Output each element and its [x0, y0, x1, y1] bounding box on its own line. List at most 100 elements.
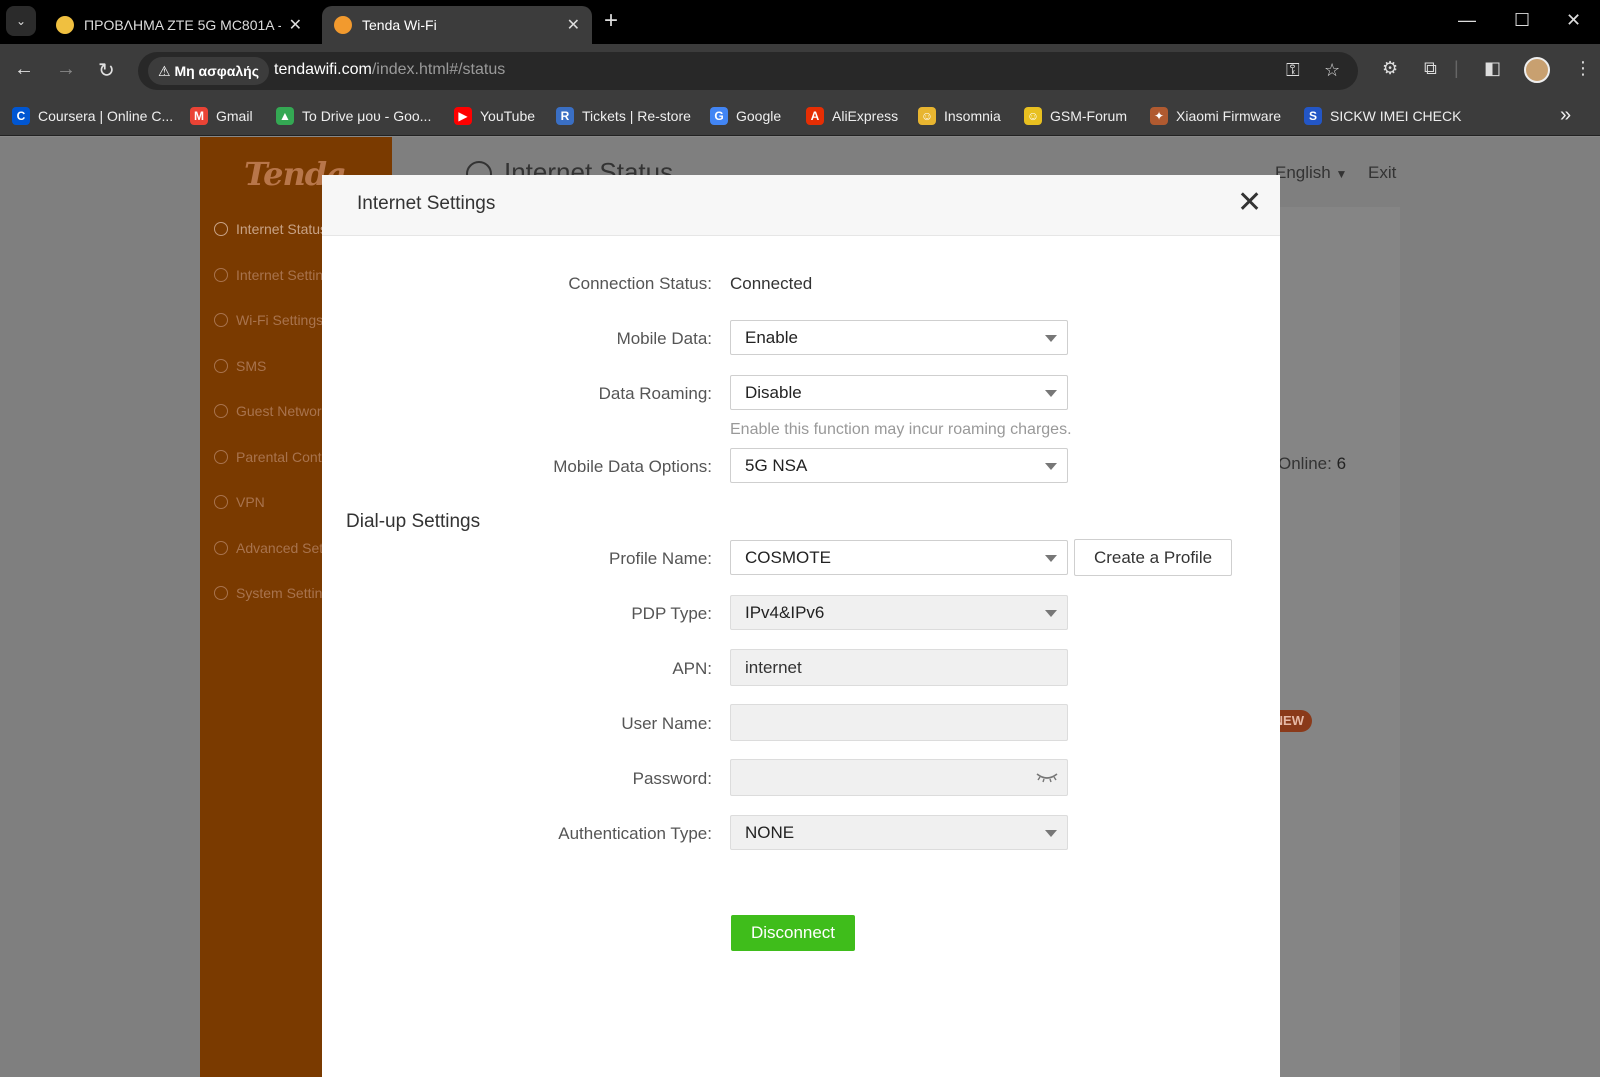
data-roaming-label: Data Roaming:	[598, 384, 712, 403]
sidebar-item-label: VPN	[236, 494, 265, 510]
bookmark-item[interactable]: ☺ GSM-Forum	[1024, 107, 1127, 125]
bookmark-label: Το Drive μου - Goo...	[302, 108, 432, 124]
tenda-favicon-icon	[334, 16, 352, 34]
bookmark-label: Tickets | Re-store	[582, 108, 691, 124]
mobile-data-options-select[interactable]: 5G NSA	[730, 448, 1068, 483]
dropdown-caret-icon	[1045, 610, 1057, 617]
browser-toolbar: ← → ↻ ⚠ Μη ασφαλής tendawifi.com/index.h…	[0, 44, 1600, 98]
sidebar-item[interactable]: System Settings	[214, 585, 337, 601]
new-tab-plus-icon[interactable]: +	[604, 8, 618, 34]
maximize-icon[interactable]: ☐	[1514, 10, 1530, 31]
settings-icon	[214, 267, 228, 282]
bookmark-label: Xiaomi Firmware	[1176, 108, 1282, 124]
tab-close-icon[interactable]: ✕	[289, 15, 302, 35]
drive-icon: ▲	[276, 107, 294, 125]
bookmark-item[interactable]: A AliExpress	[806, 107, 898, 125]
pdp-type-select[interactable]: IPv4&IPv6	[730, 595, 1068, 630]
auth-type-select[interactable]: NONE	[730, 815, 1068, 850]
minimize-icon[interactable]: —	[1458, 10, 1476, 31]
dialup-settings-title: Dial-up Settings	[346, 511, 481, 532]
bookmark-item[interactable]: M Gmail	[190, 107, 253, 125]
roaming-hint: Enable this function may incur roaming c…	[730, 421, 1072, 438]
dropdown-caret-icon	[1045, 463, 1057, 470]
data-roaming-value: Disable	[745, 383, 802, 402]
language-label: English	[1275, 163, 1331, 182]
user-name-label: User Name:	[621, 714, 712, 733]
user-name-input[interactable]	[730, 704, 1068, 741]
sidebar-item-label: SMS	[236, 357, 267, 374]
bookmark-item[interactable]: G Google	[710, 107, 781, 125]
back-arrow-icon[interactable]: ←	[14, 58, 34, 81]
bookmark-item[interactable]: S SICKW IMEI CHECK	[1304, 107, 1461, 125]
tab-close-icon[interactable]: ✕	[567, 15, 580, 35]
dropdown-caret-icon	[1045, 390, 1057, 397]
window-close-icon[interactable]: ✕	[1566, 10, 1581, 31]
bookmarks-overflow-icon[interactable]: »	[1560, 104, 1571, 127]
data-roaming-select[interactable]: Disable	[730, 375, 1068, 410]
dropdown-caret-icon	[1045, 830, 1057, 837]
bookmark-item[interactable]: ☺ Insomnia	[918, 107, 1001, 125]
extensions-puzzle-icon[interactable]: ⧉	[1424, 58, 1437, 79]
side-panel-icon[interactable]: ◧	[1484, 58, 1501, 79]
create-profile-button[interactable]: Create a Profile	[1074, 539, 1232, 576]
xiaomi-icon: ✦	[1150, 107, 1168, 125]
wifi-icon	[214, 313, 228, 327]
globe-icon	[214, 222, 228, 236]
bookmark-item[interactable]: ▲ Το Drive μου - Goo...	[276, 107, 431, 125]
tab-title: Tenda Wi-Fi	[362, 17, 437, 33]
advanced-icon	[214, 540, 228, 555]
mobile-data-select[interactable]: Enable	[730, 320, 1068, 355]
tab-zte-forum[interactable]: ΠΡΟΒΛΗΜΑ ZTE 5G MC801A - ✕	[44, 6, 314, 44]
bookmark-label: Insomnia	[944, 108, 1001, 124]
bookmark-label: AliExpress	[832, 108, 899, 124]
profile-avatar[interactable]	[1524, 57, 1550, 83]
youtube-icon: ▶	[454, 107, 472, 125]
sidebar-item[interactable]: Guest Network	[214, 403, 329, 419]
insomnia-icon: ☺	[918, 107, 936, 125]
bookmark-item[interactable]: ✦ Xiaomi Firmware	[1150, 107, 1281, 125]
apn-input[interactable]: internet	[730, 649, 1068, 686]
url-text[interactable]: tendawifi.com/index.html#/status	[274, 61, 505, 79]
mobile-data-value: Enable	[745, 328, 798, 347]
sidebar-item[interactable]: Internet Settings	[214, 267, 338, 283]
sidebar-item[interactable]: Wi-Fi Settings	[214, 312, 323, 328]
tab-tenda-wifi[interactable]: Tenda Wi-Fi ✕	[322, 6, 592, 44]
vpn-icon	[214, 495, 228, 509]
menu-kebab-icon[interactable]: ⋮	[1574, 58, 1592, 79]
bookmark-item[interactable]: ▶ YouTube	[454, 107, 535, 125]
gsm-forum-icon: ☺	[1024, 107, 1042, 125]
profile-name-select[interactable]: COSMOTE	[730, 540, 1068, 575]
mobile-data-options-value: 5G NSA	[745, 456, 808, 475]
extension-robot-icon[interactable]: ⚙	[1382, 58, 1398, 79]
bookmark-star-icon[interactable]: ☆	[1324, 60, 1340, 81]
tab-search-chevron-icon[interactable]: ⌄	[6, 6, 36, 36]
toolbar-divider: |	[1454, 58, 1459, 78]
bookmark-label: SICKW IMEI CHECK	[1330, 108, 1462, 124]
modal-title: Internet Settings	[357, 193, 496, 214]
mobile-data-options-label: Mobile Data Options:	[553, 457, 712, 476]
connection-status-value: Connected	[730, 274, 813, 293]
sidebar-item[interactable]: Internet Status	[214, 221, 327, 237]
language-selector[interactable]: English ▼	[1275, 163, 1347, 183]
auth-type-label: Authentication Type:	[558, 824, 712, 843]
password-input[interactable]	[730, 759, 1068, 796]
bookmark-item[interactable]: C Coursera | Online C...	[12, 107, 173, 125]
key-icon[interactable]: ⚿	[1286, 60, 1300, 81]
sidebar-item[interactable]: VPN	[214, 494, 265, 510]
mobile-data-label: Mobile Data:	[616, 329, 712, 348]
eye-closed-icon[interactable]	[1035, 768, 1059, 786]
bookmark-item[interactable]: R Tickets | Re-store	[556, 107, 691, 125]
sidebar-item[interactable]: Parental Control	[214, 449, 337, 465]
sidebar-item[interactable]: SMS	[214, 358, 266, 374]
dropdown-caret-icon	[1045, 555, 1057, 562]
disconnect-button[interactable]: Disconnect	[731, 915, 855, 951]
exit-link[interactable]: Exit	[1368, 163, 1396, 183]
modal-close-icon[interactable]: ✕	[1237, 185, 1262, 221]
restore-icon: R	[556, 107, 574, 125]
not-secure-badge[interactable]: ⚠ Μη ασφαλής	[148, 57, 269, 85]
chevron-down-icon: ▼	[1335, 167, 1348, 181]
tab-strip: ⌄ ΠΡΟΒΛΗΜΑ ZTE 5G MC801A - ✕ Tenda Wi-Fi…	[0, 0, 1600, 44]
forward-arrow-icon[interactable]: →	[56, 58, 76, 81]
address-bar[interactable]: ⚠ Μη ασφαλής tendawifi.com/index.html#/s…	[138, 52, 1358, 90]
reload-icon[interactable]: ↻	[98, 58, 115, 83]
